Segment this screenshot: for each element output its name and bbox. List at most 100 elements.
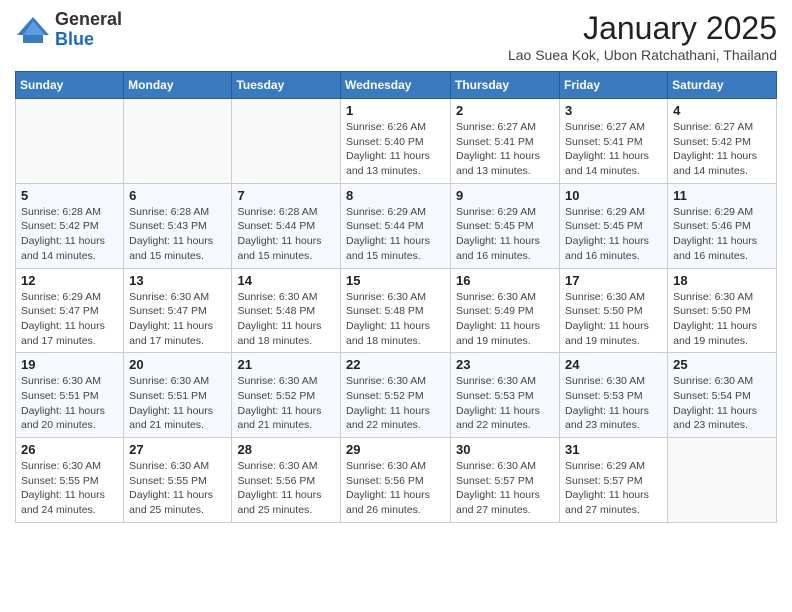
weekday-header: Friday [560,72,668,99]
day-info: Sunrise: 6:28 AM Sunset: 5:43 PM Dayligh… [129,205,226,264]
day-info: Sunrise: 6:26 AM Sunset: 5:40 PM Dayligh… [346,120,445,179]
day-info: Sunrise: 6:29 AM Sunset: 5:45 PM Dayligh… [456,205,554,264]
weekday-header: Monday [124,72,232,99]
day-info: Sunrise: 6:30 AM Sunset: 5:50 PM Dayligh… [673,290,771,349]
day-info: Sunrise: 6:30 AM Sunset: 5:50 PM Dayligh… [565,290,662,349]
day-number: 27 [129,442,226,457]
day-number: 2 [456,103,554,118]
weekday-header: Thursday [451,72,560,99]
weekday-header: Saturday [668,72,777,99]
day-number: 26 [21,442,118,457]
calendar-cell: 18 Sunrise: 6:30 AM Sunset: 5:50 PM Dayli… [668,268,777,353]
calendar-cell: 5Sunrise: 6:28 AM Sunset: 5:42 PM Daylig… [16,183,124,268]
calendar-table: SundayMondayTuesdayWednesdayThursdayFrid… [15,71,777,523]
day-number: 8 [346,188,445,203]
calendar-cell [124,99,232,184]
day-info: Sunrise: 6:30 AM Sunset: 5:52 PM Dayligh… [346,374,445,433]
day-info: Sunrise: 6:30 AM Sunset: 5:54 PM Dayligh… [673,374,771,433]
calendar-cell [668,438,777,523]
calendar-cell: 13 Sunrise: 6:30 AM Sunset: 5:47 PM Dayli… [124,268,232,353]
calendar-cell: 12 Sunrise: 6:29 AM Sunset: 5:47 PM Dayli… [16,268,124,353]
page-header: General Blue January 2025 Lao Suea Kok, … [15,10,777,63]
day-info: Sunrise: 6:29 AM Sunset: 5:46 PM Dayligh… [673,205,771,264]
calendar-cell [16,99,124,184]
calendar-cell: 11 Sunrise: 6:29 AM Sunset: 5:46 PM Dayli… [668,183,777,268]
day-info: Sunrise: 6:30 AM Sunset: 5:47 PM Dayligh… [129,290,226,349]
calendar-cell [232,99,341,184]
calendar-week-row: 5Sunrise: 6:28 AM Sunset: 5:42 PM Daylig… [16,183,777,268]
day-number: 25 [673,357,771,372]
day-number: 20 [129,357,226,372]
day-info: Sunrise: 6:29 AM Sunset: 5:44 PM Dayligh… [346,205,445,264]
day-number: 31 [565,442,662,457]
day-number: 29 [346,442,445,457]
calendar-cell: 10 Sunrise: 6:29 AM Sunset: 5:45 PM Dayli… [560,183,668,268]
day-number: 12 [21,273,118,288]
day-info: Sunrise: 6:30 AM Sunset: 5:56 PM Dayligh… [237,459,335,518]
calendar-cell: 24Sunrise: 6:30 AM Sunset: 5:53 PM Dayli… [560,353,668,438]
day-number: 14 [237,273,335,288]
day-number: 17 [565,273,662,288]
day-info: Sunrise: 6:30 AM Sunset: 5:53 PM Dayligh… [456,374,554,433]
day-number: 7 [237,188,335,203]
day-number: 3 [565,103,662,118]
calendar-week-row: 26 Sunrise: 6:30 AM Sunset: 5:55 PM Dayli… [16,438,777,523]
day-number: 10 [565,188,662,203]
calendar-cell: 23Sunrise: 6:30 AM Sunset: 5:53 PM Dayli… [451,353,560,438]
calendar-week-row: 12 Sunrise: 6:29 AM Sunset: 5:47 PM Dayli… [16,268,777,353]
calendar-cell: 30Sunrise: 6:30 AM Sunset: 5:57 PM Dayli… [451,438,560,523]
weekday-header-row: SundayMondayTuesdayWednesdayThursdayFrid… [16,72,777,99]
day-info: Sunrise: 6:30 AM Sunset: 5:56 PM Dayligh… [346,459,445,518]
calendar-cell: 21Sunrise: 6:30 AM Sunset: 5:52 PM Dayli… [232,353,341,438]
weekday-header: Wednesday [341,72,451,99]
day-number: 6 [129,188,226,203]
day-info: Sunrise: 6:30 AM Sunset: 5:57 PM Dayligh… [456,459,554,518]
day-number: 21 [237,357,335,372]
day-info: Sunrise: 6:30 AM Sunset: 5:51 PM Dayligh… [21,374,118,433]
calendar-cell: 9 Sunrise: 6:29 AM Sunset: 5:45 PM Daylig… [451,183,560,268]
calendar-cell: 16 Sunrise: 6:30 AM Sunset: 5:49 PM Dayli… [451,268,560,353]
calendar-cell: 25 Sunrise: 6:30 AM Sunset: 5:54 PM Dayli… [668,353,777,438]
logo-text: General Blue [55,10,122,50]
day-number: 28 [237,442,335,457]
day-info: Sunrise: 6:30 AM Sunset: 5:48 PM Dayligh… [237,290,335,349]
day-number: 11 [673,188,771,203]
calendar-cell: 27 Sunrise: 6:30 AM Sunset: 5:55 PM Dayli… [124,438,232,523]
day-number: 19 [21,357,118,372]
calendar-cell: 2 Sunrise: 6:27 AM Sunset: 5:41 PM Daylig… [451,99,560,184]
day-number: 1 [346,103,445,118]
calendar-cell: 28 Sunrise: 6:30 AM Sunset: 5:56 PM Dayli… [232,438,341,523]
day-info: Sunrise: 6:30 AM Sunset: 5:49 PM Dayligh… [456,290,554,349]
day-number: 13 [129,273,226,288]
day-info: Sunrise: 6:27 AM Sunset: 5:41 PM Dayligh… [456,120,554,179]
weekday-header: Sunday [16,72,124,99]
day-info: Sunrise: 6:28 AM Sunset: 5:44 PM Dayligh… [237,205,335,264]
calendar-cell: 20Sunrise: 6:30 AM Sunset: 5:51 PM Dayli… [124,353,232,438]
month-title: January 2025 [508,10,777,47]
calendar-cell: 17 Sunrise: 6:30 AM Sunset: 5:50 PM Dayli… [560,268,668,353]
logo: General Blue [15,10,122,50]
calendar-cell: 26 Sunrise: 6:30 AM Sunset: 5:55 PM Dayli… [16,438,124,523]
calendar-week-row: 19 Sunrise: 6:30 AM Sunset: 5:51 PM Dayli… [16,353,777,438]
logo-icon [15,15,51,45]
day-info: Sunrise: 6:28 AM Sunset: 5:42 PM Dayligh… [21,205,118,264]
calendar-cell: 15Sunrise: 6:30 AM Sunset: 5:48 PM Dayli… [341,268,451,353]
day-info: Sunrise: 6:30 AM Sunset: 5:55 PM Dayligh… [21,459,118,518]
calendar-cell: 1 Sunrise: 6:26 AM Sunset: 5:40 PM Daylig… [341,99,451,184]
day-number: 9 [456,188,554,203]
day-info: Sunrise: 6:30 AM Sunset: 5:55 PM Dayligh… [129,459,226,518]
calendar-cell: 3 Sunrise: 6:27 AM Sunset: 5:41 PM Daylig… [560,99,668,184]
calendar-cell: 8 Sunrise: 6:29 AM Sunset: 5:44 PM Daylig… [341,183,451,268]
day-info: Sunrise: 6:27 AM Sunset: 5:41 PM Dayligh… [565,120,662,179]
weekday-header: Tuesday [232,72,341,99]
day-number: 16 [456,273,554,288]
day-info: Sunrise: 6:29 AM Sunset: 5:45 PM Dayligh… [565,205,662,264]
location-title: Lao Suea Kok, Ubon Ratchathani, Thailand [508,47,777,63]
calendar-cell: 22 Sunrise: 6:30 AM Sunset: 5:52 PM Dayli… [341,353,451,438]
day-number: 22 [346,357,445,372]
calendar-week-row: 1 Sunrise: 6:26 AM Sunset: 5:40 PM Daylig… [16,99,777,184]
day-number: 18 [673,273,771,288]
title-block: January 2025 Lao Suea Kok, Ubon Ratchath… [508,10,777,63]
day-info: Sunrise: 6:29 AM Sunset: 5:47 PM Dayligh… [21,290,118,349]
day-info: Sunrise: 6:30 AM Sunset: 5:48 PM Dayligh… [346,290,445,349]
